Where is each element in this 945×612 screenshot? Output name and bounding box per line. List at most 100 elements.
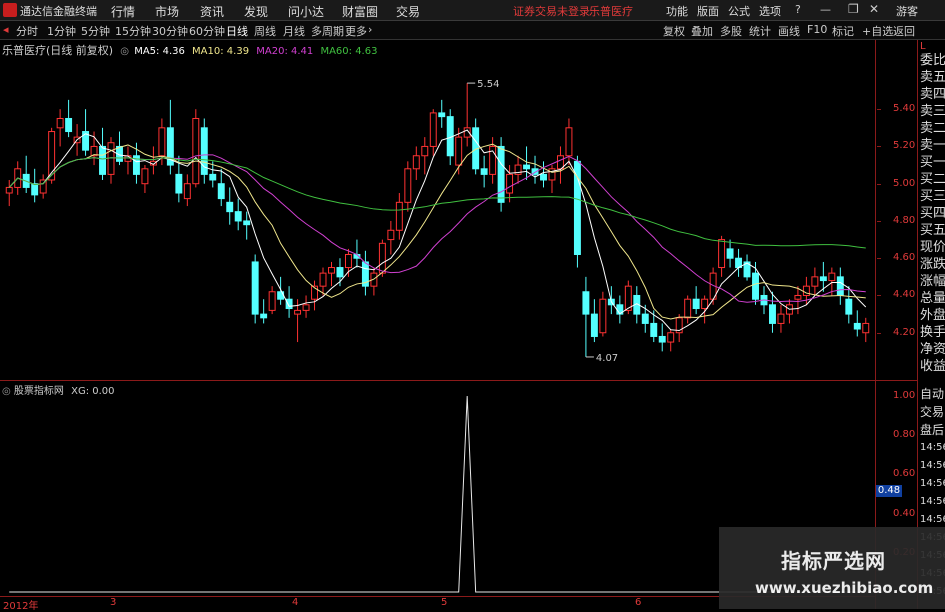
candle-body bbox=[523, 164, 531, 170]
candle-body bbox=[845, 298, 853, 315]
quote-row-16: 换手 bbox=[920, 325, 945, 340]
btn-f10[interactable]: F10 bbox=[807, 23, 827, 36]
btn-biaoji[interactable]: 标记 bbox=[832, 23, 854, 39]
candle-body bbox=[387, 229, 395, 241]
quote-row-18: 收益 bbox=[920, 359, 945, 374]
candle-body bbox=[344, 253, 352, 269]
indicator-tick: 1.00 bbox=[893, 390, 916, 401]
candle-body bbox=[590, 313, 598, 337]
collapse-icon[interactable]: ◂ bbox=[3, 23, 9, 36]
period-more[interactable]: 更多 bbox=[345, 23, 367, 39]
candle-body bbox=[421, 145, 429, 157]
watermark-banner: 指标严选网 www.xuezhibiao.com bbox=[719, 527, 945, 609]
quote-row-3: 卖三 bbox=[920, 104, 945, 119]
period-15min[interactable]: 15分钟 bbox=[115, 23, 151, 39]
menu-item-zixun[interactable]: 资讯 bbox=[200, 3, 224, 20]
trade-row-0: 自动 bbox=[920, 387, 945, 401]
candle-body bbox=[718, 239, 726, 269]
quote-row-10: 买五 bbox=[920, 223, 945, 238]
menu-item-faxian[interactable]: 发现 bbox=[244, 3, 268, 20]
candle-body bbox=[802, 285, 810, 296]
period-daily[interactable]: 日线 bbox=[226, 23, 248, 39]
quote-row-6: 买一 bbox=[920, 155, 945, 170]
stock-name-title: 乐普医疗 bbox=[589, 5, 633, 18]
trade-row-5: 14:56 bbox=[920, 478, 945, 489]
candle-body bbox=[158, 127, 166, 157]
title-bar: 通达信金融终端 行情 市场 资讯 发现 问小达 财富圈 交易 证券交易未登录 乐… bbox=[0, 0, 945, 21]
candle-body bbox=[726, 248, 734, 259]
candle-body bbox=[234, 211, 242, 222]
menu-item-hangqing[interactable]: 行情 bbox=[111, 3, 135, 20]
candle-body bbox=[658, 335, 666, 343]
app-logo-icon bbox=[3, 3, 17, 17]
candle-body bbox=[497, 145, 505, 203]
candle-body bbox=[412, 155, 420, 170]
candle-body bbox=[260, 313, 268, 319]
candle-body bbox=[540, 173, 547, 181]
btn-huaxian[interactable]: 画线 bbox=[778, 23, 800, 39]
candle-body bbox=[243, 220, 251, 226]
menu-gongneng[interactable]: 功能 bbox=[666, 3, 688, 19]
quote-row-5: 卖一 bbox=[920, 138, 945, 153]
candle-body bbox=[294, 309, 302, 315]
quote-row-11: 现价 bbox=[920, 240, 945, 255]
period-60min[interactable]: 60分钟 bbox=[189, 23, 225, 39]
candle-body bbox=[175, 173, 183, 194]
candle-body bbox=[794, 294, 802, 300]
trade-row-3: 14:56 bbox=[920, 442, 945, 453]
menu-item-jiaoyi[interactable]: 交易 bbox=[396, 3, 420, 20]
trade-login-warning[interactable]: 证券交易未登录 bbox=[513, 3, 590, 19]
candle-body bbox=[268, 291, 276, 311]
x-label-5: 5 bbox=[441, 597, 448, 608]
watermark-title: 指标严选网 bbox=[781, 549, 886, 573]
quote-row-9: 买四 bbox=[920, 206, 945, 221]
period-30min[interactable]: 30分钟 bbox=[152, 23, 188, 39]
quote-panel: L 委比 卖五 卖四 卖三 卖二 卖一 买一 买二 买三 买四 买五 现价 涨跌 涨幅 总量 外盘 换手 净资 收益 bbox=[917, 40, 945, 385]
candle-body bbox=[777, 313, 785, 324]
btn-fuquan[interactable]: 复权 bbox=[663, 23, 685, 39]
candle-body bbox=[667, 332, 675, 343]
quote-row-8: 买三 bbox=[920, 189, 945, 204]
menu-item-caifuquan[interactable]: 财富圈 bbox=[342, 3, 378, 20]
period-toolbar: ◂ 分时 1分钟 5分钟 15分钟 30分钟 60分钟 日线 周线 月线 多周期… bbox=[0, 21, 945, 40]
period-fenshi[interactable]: 分时 bbox=[16, 23, 38, 39]
candle-body bbox=[31, 183, 39, 196]
minimize-icon[interactable]: — bbox=[820, 3, 831, 16]
panel-letter: L bbox=[920, 41, 926, 52]
quote-row-15: 外盘 bbox=[920, 308, 945, 323]
btn-tongji[interactable]: 统计 bbox=[749, 23, 771, 39]
candle-body bbox=[141, 168, 149, 185]
candle-body bbox=[65, 117, 73, 133]
menu-item-shichang[interactable]: 市场 bbox=[155, 3, 179, 20]
indicator-axis: 1.000.800.600.400.20 bbox=[877, 0, 917, 609]
candle-body bbox=[836, 276, 844, 296]
candle-body bbox=[226, 201, 234, 213]
candle-body bbox=[217, 183, 225, 200]
btn-duogu[interactable]: 多股 bbox=[720, 23, 742, 39]
indicator-tick: 0.60 bbox=[893, 468, 916, 480]
menu-item-wenxiaoda[interactable]: 问小达 bbox=[288, 3, 324, 20]
btn-diejia[interactable]: 叠加 bbox=[691, 23, 713, 39]
trade-row-4: 14:56 bbox=[920, 460, 945, 471]
restore-icon[interactable]: ❐ bbox=[848, 2, 859, 16]
period-1min[interactable]: 1分钟 bbox=[47, 23, 76, 39]
app-title: 通达信金融终端 bbox=[20, 5, 97, 18]
indicator-current-value: 0.48 bbox=[876, 485, 902, 497]
quote-row-1: 卖五 bbox=[920, 70, 945, 85]
candlestick-chart[interactable]: 5.54 4.07 bbox=[0, 56, 917, 380]
menu-banmian[interactable]: 版面 bbox=[697, 3, 719, 19]
help-icon[interactable]: ? bbox=[795, 3, 801, 16]
period-multi[interactable]: 多周期 bbox=[311, 23, 344, 39]
more-arrow-icon[interactable]: › bbox=[368, 23, 372, 36]
period-5min[interactable]: 5分钟 bbox=[81, 23, 110, 39]
x-label-2012: 2012年 bbox=[3, 601, 39, 612]
period-weekly[interactable]: 周线 bbox=[254, 23, 276, 39]
period-monthly[interactable]: 月线 bbox=[283, 23, 305, 39]
candle-body bbox=[378, 242, 386, 274]
quote-row-2: 卖四 bbox=[920, 87, 945, 102]
candle-body bbox=[599, 298, 607, 334]
quote-row-14: 总量 bbox=[920, 291, 945, 306]
menu-xuanxiang[interactable]: 选项 bbox=[759, 3, 781, 19]
low-label: 4.07 bbox=[596, 353, 618, 364]
menu-gongshi[interactable]: 公式 bbox=[728, 3, 750, 19]
